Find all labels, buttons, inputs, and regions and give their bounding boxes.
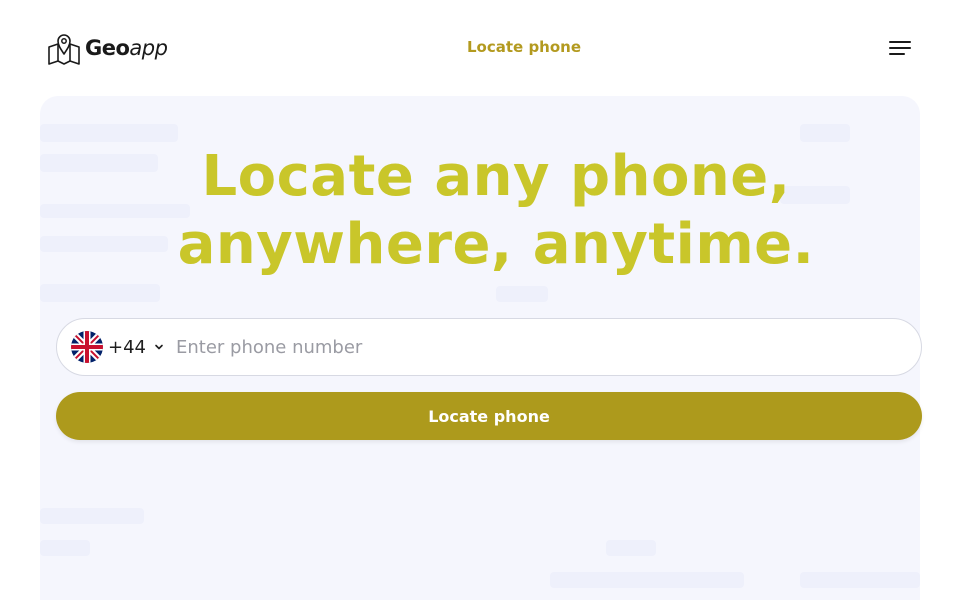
phone-number-input[interactable]: [176, 327, 921, 367]
hero-headline: Locate any phone, anywhere, anytime.: [40, 143, 952, 279]
hamburger-menu-icon: [889, 41, 911, 55]
map-pin-icon: [48, 34, 80, 65]
dial-code: +44: [108, 336, 146, 358]
logo-link[interactable]: Geoapp: [47, 30, 168, 66]
phone-field: +44: [56, 318, 922, 376]
uk-flag-icon: [71, 331, 103, 363]
logo-wordmark: Geoapp: [85, 36, 168, 60]
site-header: Geoapp Locate phone: [0, 0, 960, 96]
logo-text-bold: Geo: [85, 36, 130, 60]
locate-phone-button[interactable]: Locate phone: [56, 392, 922, 440]
nav-locate-phone-link[interactable]: Locate phone: [467, 37, 581, 57]
page: Geoapp Locate phone Locate any phone, an…: [0, 0, 960, 600]
logo-text-light: app: [129, 36, 168, 60]
menu-button[interactable]: [886, 35, 914, 61]
hero-headline-line2: anywhere, anytime.: [177, 212, 815, 277]
hero-headline-line1: Locate any phone,: [201, 144, 791, 209]
chevron-down-icon: [155, 344, 163, 350]
country-code-select[interactable]: +44: [71, 327, 164, 367]
